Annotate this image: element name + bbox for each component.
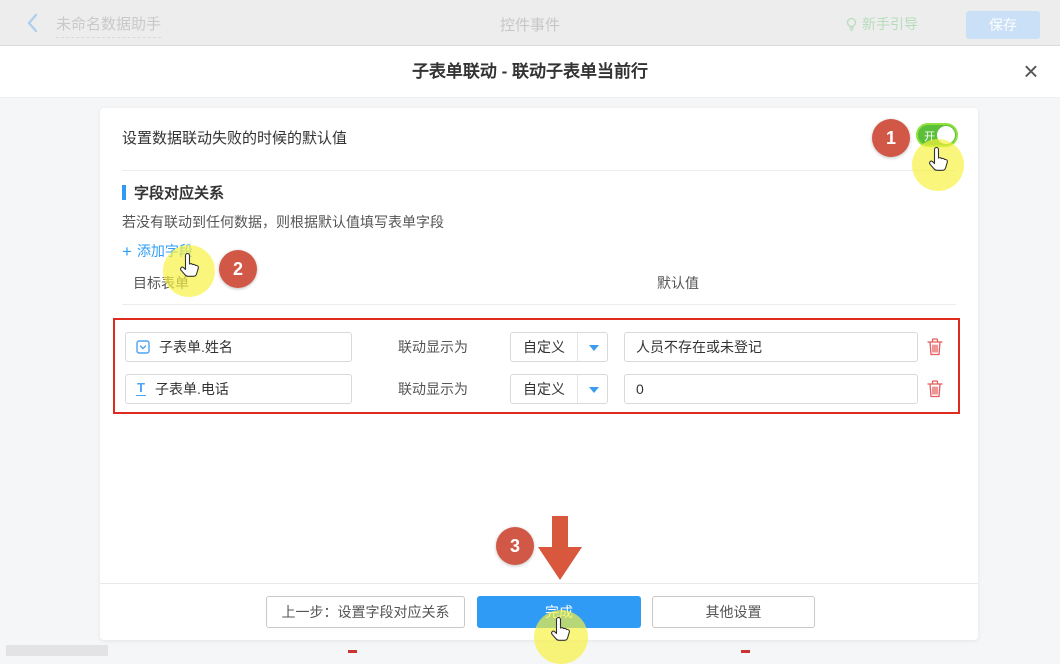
background-fragment [741, 650, 750, 653]
relation-label: 联动显示为 [398, 374, 468, 404]
step-badge-3: 3 [496, 527, 534, 565]
other-settings-button[interactable]: 其他设置 [652, 596, 815, 628]
down-arrow-icon [537, 516, 583, 587]
trash-icon [927, 380, 943, 398]
step-badge-2: 2 [219, 250, 257, 288]
default-value-setting-label: 设置数据联动失败的时候的默认值 [122, 127, 347, 148]
plus-icon: + [122, 243, 132, 260]
section-title-text: 字段对应关系 [134, 182, 224, 203]
background-fragment [6, 645, 108, 656]
relation-label: 联动显示为 [398, 332, 468, 362]
field-label: 子表单.姓名 [159, 337, 233, 357]
delete-row-button[interactable] [927, 380, 943, 403]
section-title-field-mapping: 字段对应关系 [122, 182, 224, 203]
trash-icon [927, 338, 943, 356]
select-field-icon [136, 340, 150, 354]
section-marker [122, 185, 126, 200]
add-field-link[interactable]: + 添加字段 [122, 241, 193, 261]
display-mode-select[interactable]: 自定义 [510, 374, 608, 404]
divider [122, 304, 956, 305]
target-field-picker-phone[interactable]: T 子表单.电话 [125, 374, 352, 404]
default-value-toggle[interactable]: 开 [916, 123, 958, 147]
delete-row-button[interactable] [927, 338, 943, 361]
table-row: 子表单.姓名 联动显示为 自定义 [100, 332, 978, 362]
previous-step-button[interactable]: 上一步：设置字段对应关系 [266, 596, 465, 628]
top-bar: 未命名数据助手 控件事件 新手引导 保存 [0, 0, 1060, 46]
close-icon[interactable]: × [1014, 54, 1048, 88]
guide-label: 新手引导 [862, 14, 918, 34]
column-header-default-value: 默认值 [657, 273, 699, 293]
target-field-picker-name[interactable]: 子表单.姓名 [125, 332, 352, 362]
toggle-on-label: 开 [924, 128, 935, 144]
modal-body: 设置数据联动失败的时候的默认值 开 字段对应关系 若没有联动到任何数据，则根据默… [0, 98, 1060, 656]
save-button[interactable]: 保存 [966, 11, 1040, 39]
add-field-label: 添加字段 [137, 241, 193, 261]
select-separator [577, 333, 578, 361]
finish-button[interactable]: 完成 [477, 596, 641, 628]
divider [122, 170, 956, 171]
column-header-target-form: 目标表单 [133, 273, 189, 293]
modal-title: 子表单联动 - 联动子表单当前行 [0, 46, 1060, 98]
default-value-input[interactable] [624, 332, 918, 362]
select-separator [577, 375, 578, 403]
beginner-guide-link[interactable]: 新手引导 [845, 14, 918, 34]
chevron-down-icon [589, 387, 599, 398]
display-mode-value: 自定义 [523, 375, 565, 403]
display-mode-value: 自定义 [523, 333, 565, 361]
chevron-down-icon [589, 345, 599, 356]
toggle-knob [937, 126, 955, 144]
text-field-icon: T [136, 382, 146, 396]
display-mode-select[interactable]: 自定义 [510, 332, 608, 362]
section-description: 若没有联动到任何数据，则根据默认值填写表单字段 [122, 212, 444, 232]
lightbulb-icon [845, 17, 858, 32]
background-fragment [348, 650, 357, 653]
table-row: T 子表单.电话 联动显示为 自定义 [100, 374, 978, 404]
default-value-input[interactable] [624, 374, 918, 404]
step-badge-1: 1 [872, 119, 910, 157]
modal-header: 子表单联动 - 联动子表单当前行 × [0, 46, 1060, 98]
field-label: 子表单.电话 [155, 379, 229, 399]
